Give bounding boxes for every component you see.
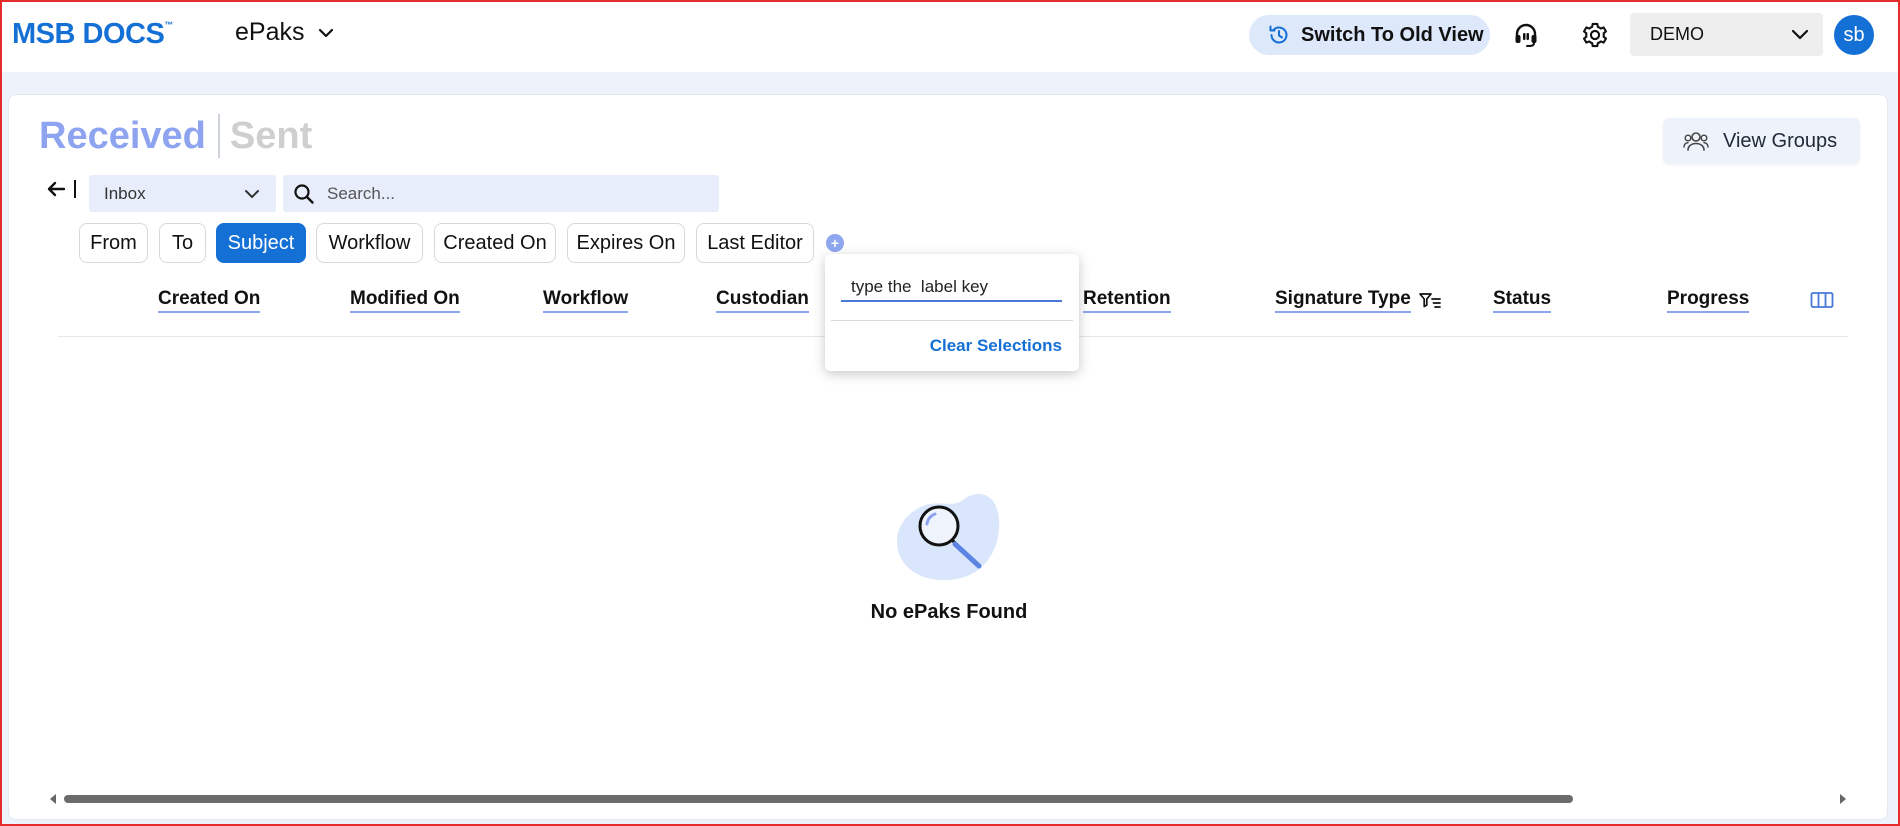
tab-sent[interactable]: Sent — [230, 115, 312, 158]
column-header-status[interactable]: Status — [1493, 288, 1552, 313]
chevron-down-icon — [319, 28, 334, 37]
chevron-down-icon — [1791, 29, 1809, 39]
folder-select[interactable]: Inbox — [89, 175, 276, 212]
chip-last-editor[interactable]: Last Editor — [696, 223, 814, 263]
mailbox-tabs: Received Sent — [39, 114, 312, 158]
chip-label: Last Editor — [707, 231, 803, 254]
support-button[interactable] — [1508, 17, 1544, 53]
no-results-illustration — [897, 494, 1000, 581]
popup-divider — [831, 320, 1073, 321]
column-header-modified-on[interactable]: Modified On — [350, 288, 460, 313]
logo-trademark: ™ — [164, 20, 173, 30]
chip-label: From — [90, 231, 137, 254]
folder-select-value: Inbox — [104, 183, 146, 203]
chip-from[interactable]: From — [79, 223, 148, 263]
view-groups-button[interactable]: View Groups — [1663, 118, 1860, 164]
view-groups-label: View Groups — [1723, 129, 1838, 152]
column-header-custodian[interactable]: Custodian — [716, 288, 809, 313]
clear-selections-button[interactable]: Clear Selections — [930, 336, 1062, 356]
chip-label: Subject — [227, 231, 295, 254]
chip-workflow[interactable]: Workflow — [316, 223, 423, 263]
collapse-sidebar-button[interactable] — [46, 180, 76, 198]
tab-received[interactable]: Received — [39, 115, 206, 158]
logo[interactable]: MSB DOCS™ — [12, 18, 173, 51]
logo-text: MSB DOCS — [12, 18, 165, 50]
column-header-progress[interactable]: Progress — [1667, 288, 1750, 313]
empty-state-text: No ePaks Found — [870, 601, 1028, 623]
column-header-signature-type[interactable]: Signature Type — [1275, 288, 1411, 313]
filter-icon[interactable] — [1419, 292, 1441, 310]
chip-subject[interactable]: Subject — [216, 223, 306, 263]
column-header-workflow[interactable]: Workflow — [543, 288, 629, 313]
app-name: ePaks — [235, 18, 305, 46]
history-icon — [1269, 25, 1288, 44]
arrow-left-icon — [47, 181, 66, 197]
search-box — [283, 175, 719, 212]
avatar-initials: sb — [1843, 23, 1865, 46]
divider-bar — [74, 180, 76, 198]
headset-icon — [1515, 23, 1537, 47]
chip-to[interactable]: To — [159, 223, 206, 263]
chip-label: To — [171, 231, 194, 254]
organization-select-value: DEMO — [1650, 24, 1704, 44]
scroll-left-arrow-icon[interactable] — [50, 794, 58, 804]
app-switcher[interactable]: ePaks — [235, 18, 334, 47]
scroll-right-arrow-icon[interactable] — [1838, 794, 1846, 804]
column-header-retention[interactable]: Retention — [1083, 288, 1171, 313]
users-icon — [1683, 132, 1709, 151]
horizontal-scrollbar-thumb[interactable] — [64, 795, 1573, 803]
gear-icon — [1582, 22, 1608, 48]
chip-created-on[interactable]: Created On — [434, 223, 556, 263]
label-key-input[interactable] — [841, 274, 1062, 302]
add-filter-button[interactable]: + — [826, 234, 844, 252]
top-bar: MSB DOCS™ ePaks Switch To Old View DEMO — [0, 0, 1900, 72]
switch-to-old-view-label: Switch To Old View — [1301, 23, 1484, 46]
organization-select[interactable]: DEMO — [1630, 13, 1823, 56]
user-avatar[interactable]: sb — [1834, 15, 1874, 55]
switch-to-old-view-button[interactable]: Switch To Old View — [1249, 15, 1490, 55]
chip-expires-on[interactable]: Expires On — [567, 223, 685, 263]
label-filter-popup: Clear Selections — [825, 254, 1079, 371]
empty-state-message: No ePaks Found — [0, 601, 1900, 624]
search-input[interactable] — [327, 183, 707, 204]
plus-icon: + — [830, 235, 840, 251]
chevron-down-icon — [245, 189, 259, 198]
tab-divider — [217, 114, 220, 158]
columns-settings-icon[interactable] — [1810, 290, 1834, 310]
chip-label: Created On — [443, 231, 547, 254]
chip-label: Expires On — [576, 231, 676, 254]
chip-label: Workflow — [328, 231, 411, 254]
column-header-created-on[interactable]: Created On — [158, 288, 261, 313]
search-icon — [294, 183, 314, 204]
settings-button[interactable] — [1577, 17, 1613, 53]
